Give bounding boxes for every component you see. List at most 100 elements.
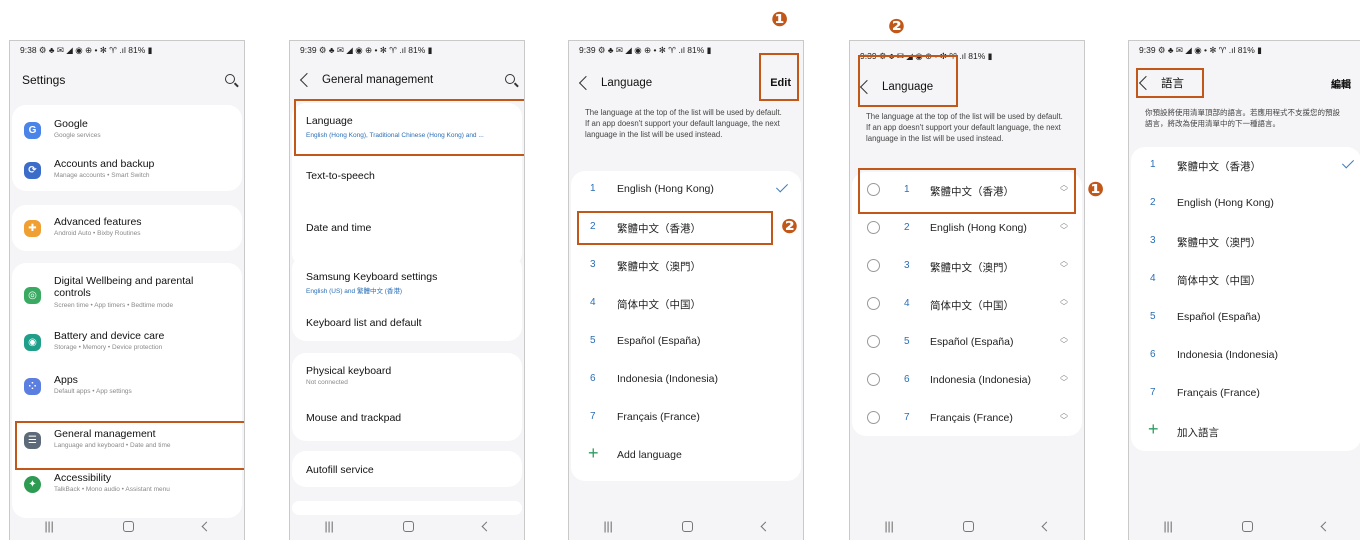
search-icon[interactable]	[505, 74, 515, 84]
language-index: 3	[1150, 235, 1156, 246]
radio-button[interactable]	[867, 297, 880, 310]
item-subtitle: Screen time • App timers • Bedtime mode	[54, 302, 174, 309]
language-row[interactable]: 3 繁體中文（澳門） ︿ ﹀	[852, 248, 1082, 286]
language-row[interactable]: 7 Français (France)	[571, 399, 801, 437]
home-button[interactable]	[962, 520, 974, 532]
language-name: 繁體中文（澳門）	[1177, 237, 1261, 249]
home-button[interactable]	[122, 520, 134, 532]
menu-item-date-time[interactable]: Date and time	[292, 213, 522, 243]
reorder-handle-icon[interactable]: ︿ ﹀	[1060, 409, 1068, 425]
home-button[interactable]	[402, 520, 414, 532]
language-row[interactable]: 5 Español (España)	[571, 323, 801, 361]
settings-item-wellbeing[interactable]: ◎ Digital Wellbeing and parental control…	[12, 271, 242, 319]
language-name: Français (France)	[1177, 387, 1260, 399]
language-row[interactable]: 4 简体中文（中国） ︿ ﹀	[852, 286, 1082, 324]
status-bar: 9:39 ⚙ ♣ ✉ ◢ ◉ ⊕ • ✻ ♈ .ıl 81% ▮	[300, 45, 433, 55]
highlight-back	[1136, 68, 1204, 98]
settings-item-apps[interactable]: ⁘ Apps Default apps • App settings	[12, 369, 242, 403]
language-row[interactable]: 4 简体中文（中国）	[571, 285, 801, 323]
menu-item-samsung-keyboard[interactable]: Samsung Keyboard settings English (US) a…	[292, 259, 522, 295]
language-name: 繁體中文（澳門）	[617, 261, 701, 273]
menu-item-autofill[interactable]: Autofill service	[292, 453, 522, 483]
language-index: 5	[904, 336, 910, 347]
menu-item-keyboard-list[interactable]: Keyboard list and default	[292, 305, 522, 335]
item-title: Apps	[54, 374, 78, 386]
settings-item-accounts[interactable]: ⟳ Accounts and backup Manage accounts • …	[12, 153, 242, 187]
menu-item-physical-keyboard[interactable]: Physical keyboard Not connected	[292, 357, 522, 391]
language-row[interactable]: 3 繁體中文（澳門）	[571, 247, 801, 285]
reorder-handle-icon[interactable]: ︿ ﹀	[1060, 295, 1068, 311]
language-list: 1 繁體中文（香港） 2 English (Hong Kong) 3 繁體中文（…	[1131, 147, 1360, 451]
back-nav-button[interactable]	[201, 521, 211, 531]
language-row[interactable]: 6 Indonesia (Indonesia)	[571, 361, 801, 399]
item-subtitle: Storage • Memory • Device protection	[54, 344, 163, 351]
wellbeing-icon: ◎	[24, 287, 41, 304]
plus-icon: +	[1148, 419, 1159, 439]
home-button[interactable]	[681, 520, 693, 532]
language-row[interactable]: 5 Español (España)	[1131, 299, 1360, 337]
settings-item-battery[interactable]: ◉ Battery and device care Storage • Memo…	[12, 325, 242, 359]
item-subtitle: TalkBack • Mono audio • Assistant menu	[54, 486, 170, 493]
item-title: Mouse and trackpad	[306, 412, 402, 424]
language-name: 繁體中文（澳門）	[930, 262, 1014, 274]
back-nav-button[interactable]	[760, 521, 770, 531]
sync-icon: ⟳	[24, 162, 41, 179]
language-row[interactable]: 7 Français (France)	[1131, 375, 1360, 413]
language-row[interactable]: 7 Français (France) ︿ ﹀	[852, 400, 1082, 438]
language-name: English (Hong Kong)	[930, 222, 1027, 234]
language-name: Indonesia (Indonesia)	[617, 373, 718, 385]
item-subtitle: Not connected	[306, 379, 348, 386]
back-icon[interactable]	[578, 75, 594, 91]
edit-button[interactable]: 編輯	[1331, 76, 1351, 91]
language-index: 3	[590, 259, 596, 270]
reorder-handle-icon[interactable]: ︿ ﹀	[1060, 219, 1068, 235]
menu-item-mouse[interactable]: Mouse and trackpad	[292, 403, 522, 433]
search-icon[interactable]	[225, 74, 235, 84]
recents-button[interactable]: |||	[884, 519, 893, 533]
back-nav-button[interactable]	[481, 521, 491, 531]
language-row[interactable]: 5 Español (España) ︿ ﹀	[852, 324, 1082, 362]
language-row[interactable]: 3 繁體中文（澳門）	[1131, 223, 1360, 261]
reorder-handle-icon[interactable]: ︿ ﹀	[1060, 371, 1068, 387]
home-button[interactable]	[1241, 520, 1253, 532]
radio-button[interactable]	[867, 221, 880, 234]
radio-button[interactable]	[867, 373, 880, 386]
step-badge-1: ❶	[771, 9, 788, 31]
menu-item-tts[interactable]: Text-to-speech	[292, 161, 522, 191]
radio-button[interactable]	[867, 411, 880, 424]
language-name: Español (España)	[617, 335, 701, 347]
settings-item-google[interactable]: G Google Google services	[12, 113, 242, 147]
language-row[interactable]: 2 English (Hong Kong) ︿ ﹀	[852, 210, 1082, 248]
recents-button[interactable]: |||	[603, 519, 612, 533]
reorder-handle-icon[interactable]: ︿ ﹀	[1060, 333, 1068, 349]
recents-button[interactable]: |||	[44, 519, 53, 533]
language-name: Indonesia (Indonesia)	[930, 374, 1031, 386]
language-description: The language at the top of the list will…	[585, 108, 782, 139]
language-index: 5	[1150, 311, 1156, 322]
radio-button[interactable]	[867, 259, 880, 272]
phone-settings: 9:38 ⚙ ♣ ✉ ◢ ◉ ⊕ • ✻ ♈ .ıl 81% ▮ Setting…	[9, 40, 245, 540]
add-language-button[interactable]: + 加入語言	[1131, 413, 1360, 451]
recents-button[interactable]: |||	[324, 519, 333, 533]
language-index: 7	[1150, 387, 1156, 398]
back-icon[interactable]	[299, 72, 315, 88]
back-nav-button[interactable]	[1320, 521, 1330, 531]
page-title: Settings	[22, 73, 66, 87]
language-row[interactable]: 6 Indonesia (Indonesia)	[1131, 337, 1360, 375]
language-row[interactable]: 6 Indonesia (Indonesia) ︿ ﹀	[852, 362, 1082, 400]
language-row[interactable]: 1 繁體中文（香港）	[1131, 147, 1360, 185]
radio-button[interactable]	[867, 335, 880, 348]
language-row[interactable]: 4 简体中文（中国）	[1131, 261, 1360, 299]
language-index: 4	[590, 297, 596, 308]
settings-item-accessibility[interactable]: ✦ Accessibility TalkBack • Mono audio • …	[12, 467, 242, 501]
status-bar: 9:38 ⚙ ♣ ✉ ◢ ◉ ⊕ • ✻ ♈ .ıl 81% ▮	[20, 45, 153, 55]
language-row[interactable]: 1 English (Hong Kong)	[571, 171, 801, 209]
language-row[interactable]: 2 English (Hong Kong)	[1131, 185, 1360, 223]
step-badge-2: ❷	[781, 216, 798, 238]
language-index: 6	[1150, 349, 1156, 360]
add-language-button[interactable]: + Add language	[571, 437, 801, 475]
recents-button[interactable]: |||	[1163, 519, 1172, 533]
reorder-handle-icon[interactable]: ︿ ﹀	[1060, 257, 1068, 273]
settings-item-advanced[interactable]: ✚ Advanced features Android Auto • Bixby…	[12, 211, 242, 245]
back-nav-button[interactable]	[1041, 521, 1051, 531]
